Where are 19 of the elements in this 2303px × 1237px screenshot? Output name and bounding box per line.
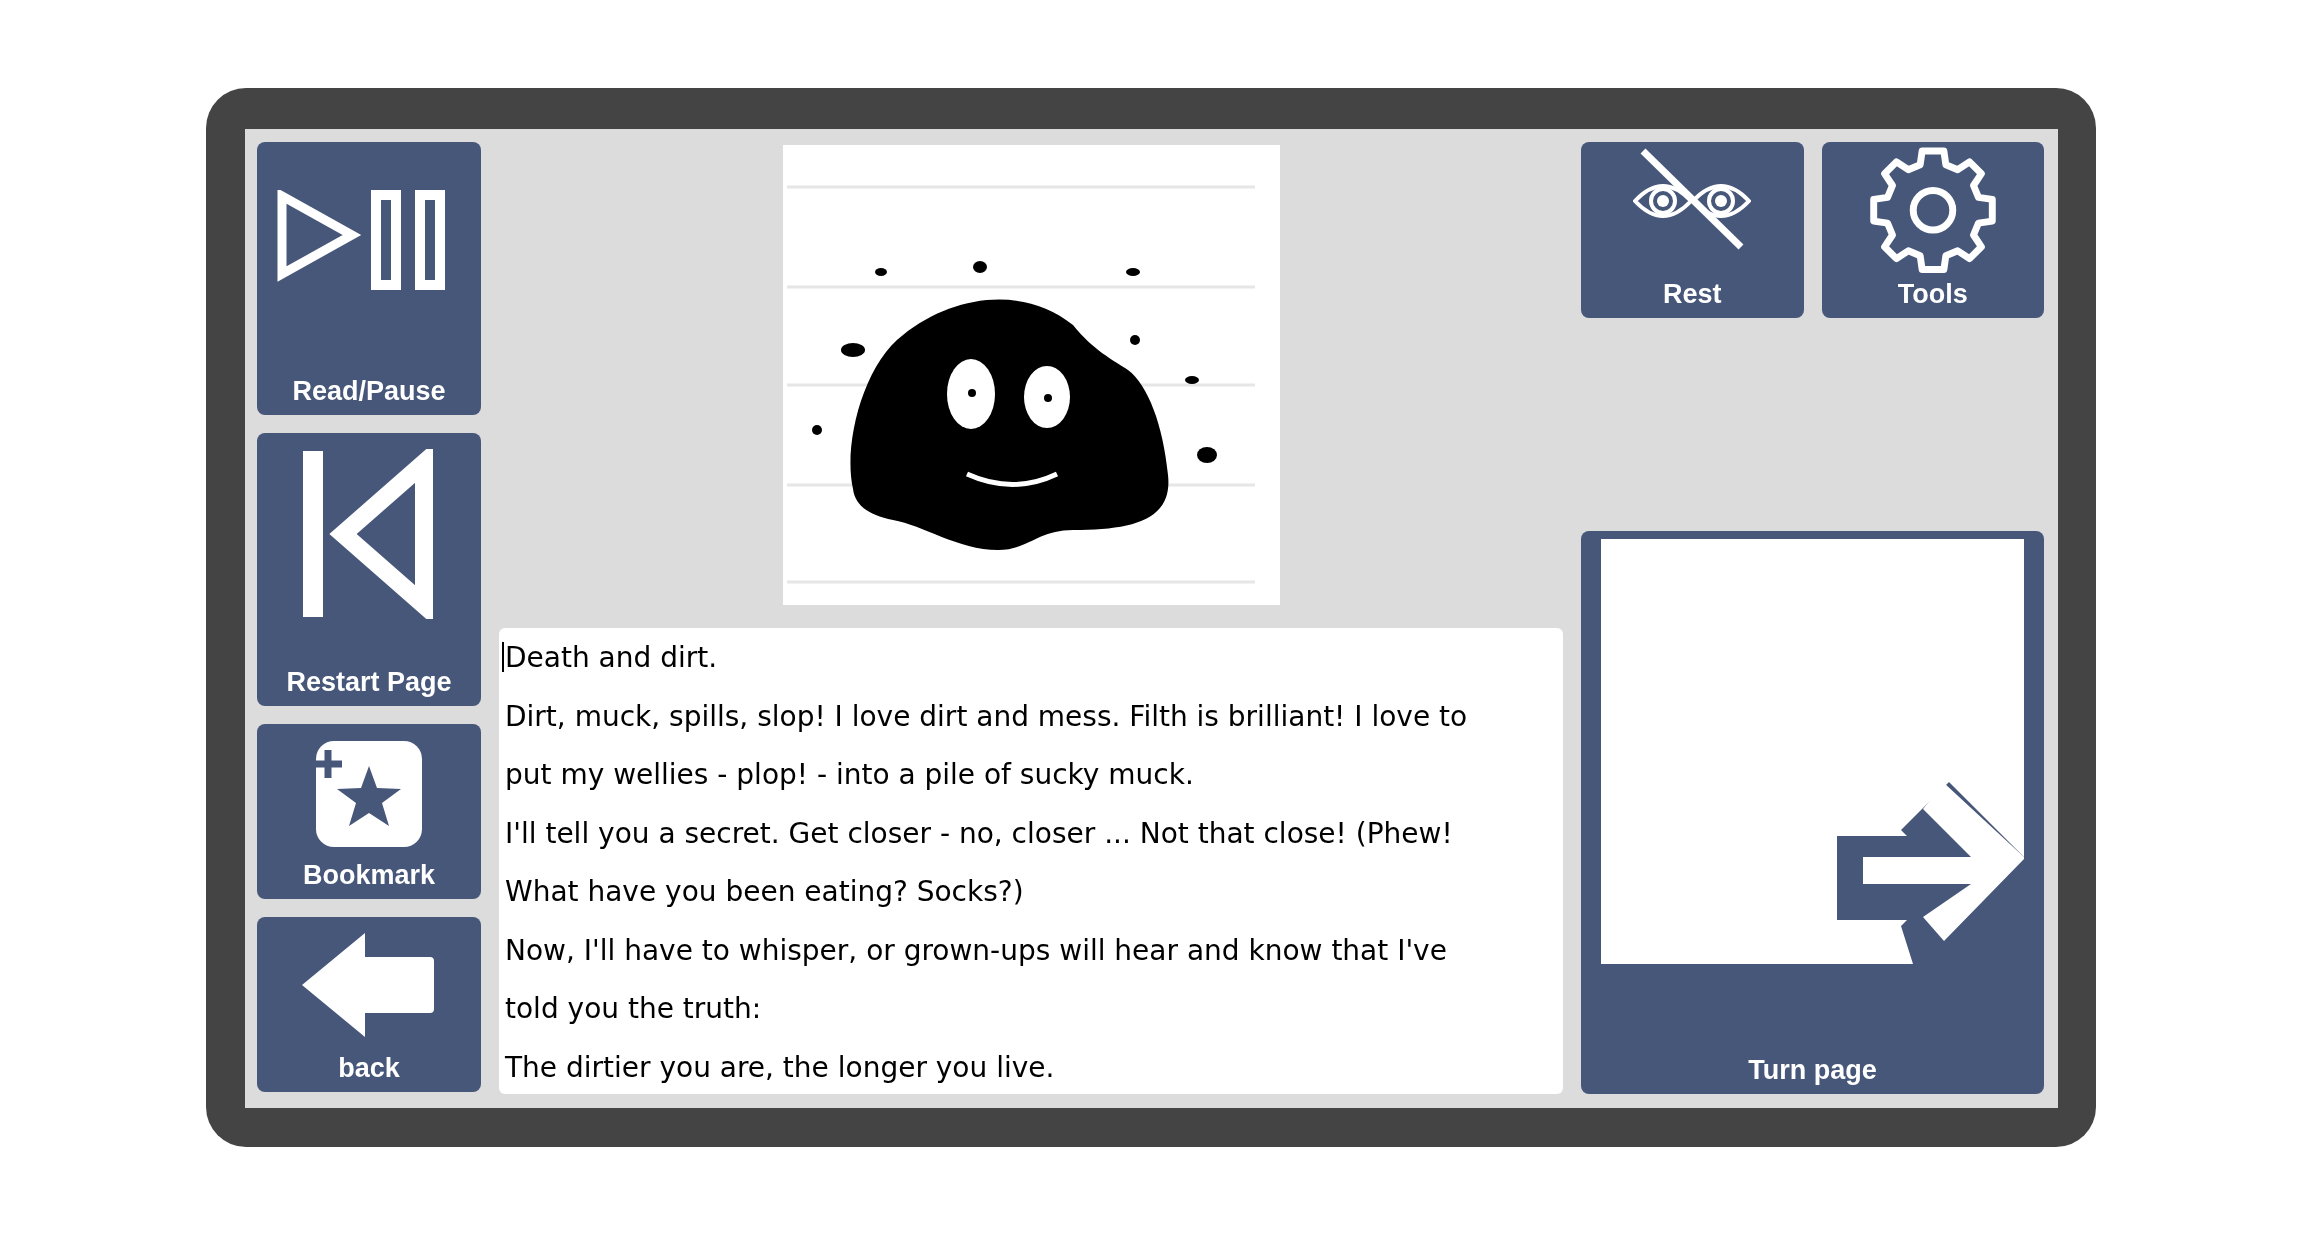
story-text-line: What have you been eating? Socks?) (505, 874, 1024, 910)
read-pause-button[interactable]: Read/Pause (257, 142, 481, 415)
turn-page-button[interactable]: Turn page (1581, 531, 2044, 1094)
story-text-line: Now, I'll have to whisper, or grown-ups will hear and know that I've (505, 932, 1447, 969)
story-text-line: I'll tell you a secret. Get closer - no, closer ... Not that close! (Phew! (505, 815, 1453, 852)
bookmark-button[interactable]: Bookmark (257, 724, 481, 899)
story-text-line: Dirt, muck, spills, slop! I love dirt and mess. Filth is brilliant! I love to (505, 698, 1468, 735)
restart-page-button[interactable]: Restart Page (257, 433, 481, 706)
eyes-crossed-out-icon (1633, 147, 1752, 251)
back-arrow-icon (302, 933, 436, 1037)
text-cursor (502, 642, 504, 672)
story-text-line: told you the truth: (505, 991, 762, 1027)
tools-button[interactable]: Tools (1821, 142, 2044, 318)
story-text-line: Death and dirt. (505, 640, 718, 676)
settings-icon (1868, 147, 1997, 274)
story-text-line: The dirtier you are, the longer you live. (505, 1049, 1055, 1086)
story-text-line: put my wellies - plop! - into a pile of sucky muck. (505, 757, 1194, 793)
back-button[interactable]: back (257, 917, 481, 1092)
rest-button[interactable]: Rest (1581, 142, 1804, 318)
